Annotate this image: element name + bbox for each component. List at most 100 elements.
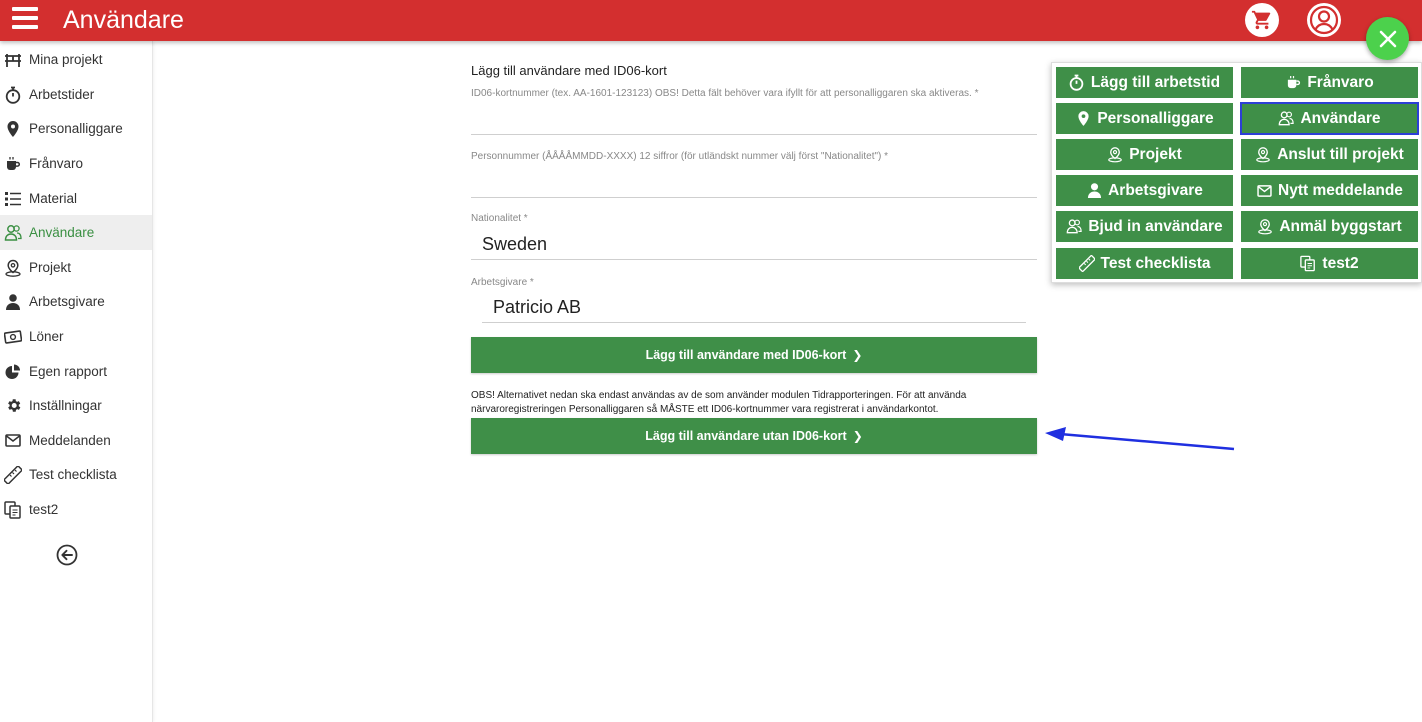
sidebar-item-label: test2	[29, 502, 59, 517]
users-icon	[1066, 219, 1083, 235]
quick-test-checklist-button[interactable]: Test checklista	[1056, 248, 1233, 279]
quick-actions-menu: Lägg till arbetstid Frånvaro Personallig…	[1051, 62, 1422, 283]
close-fab-button[interactable]	[1366, 17, 1409, 60]
employer-select[interactable]: Patricio AB	[493, 297, 581, 318]
quick-item-label: Personalliggare	[1097, 109, 1214, 127]
sidebar: Mina projekt Arbetstider Personalliggare…	[0, 41, 153, 722]
sidebar-item-loner[interactable]: Löner	[0, 319, 152, 354]
collapse-sidebar-button[interactable]	[56, 544, 78, 566]
sidebar-item-label: Personalliggare	[29, 121, 123, 136]
sidebar-item-label: Inställningar	[29, 398, 102, 413]
sidebar-item-egen-rapport[interactable]: Egen rapport	[0, 354, 152, 389]
quick-item-label: Bjud in användare	[1088, 217, 1223, 235]
location-icon	[4, 259, 22, 277]
quick-add-worktime-button[interactable]: Lägg till arbetstid	[1056, 67, 1233, 98]
quick-item-label: Frånvaro	[1307, 73, 1374, 91]
quick-report-construction-start-button[interactable]: Anmäl byggstart	[1241, 211, 1418, 242]
copy-icon	[4, 500, 22, 519]
nationality-field-label: Nationalitet *	[471, 213, 528, 224]
stopwatch-icon	[4, 86, 22, 104]
id06-field-underline	[471, 134, 1037, 135]
sidebar-item-test2[interactable]: test2	[0, 492, 152, 527]
sidebar-item-personalliggare[interactable]: Personalliggare	[0, 111, 152, 146]
person-icon	[4, 293, 22, 311]
sidebar-item-label: Arbetstider	[29, 87, 95, 102]
sidebar-item-material[interactable]: Material	[0, 181, 152, 216]
hamburger-icon[interactable]	[12, 7, 38, 33]
sidebar-item-franvaro[interactable]: Frånvaro	[0, 146, 152, 181]
sidebar-item-label: Användare	[29, 225, 95, 240]
location-icon	[1107, 147, 1123, 163]
sidebar-item-label: Frånvaro	[29, 156, 84, 171]
quick-item-label: test2	[1322, 254, 1359, 272]
sidebar-item-label: Test checklista	[29, 467, 117, 482]
quick-item-label: Projekt	[1129, 145, 1182, 163]
personnummer-field-label: Personnummer (ÅÅÅÅMMDD-XXXX) 12 siffror …	[471, 151, 889, 162]
sidebar-item-projekt[interactable]: Projekt	[0, 250, 152, 285]
quick-item-label: Användare	[1300, 109, 1381, 127]
quick-test2-button[interactable]: test2	[1241, 248, 1418, 279]
chevron-right-icon: ❯	[852, 429, 863, 443]
quick-personnel-log-button[interactable]: Personalliggare	[1056, 103, 1233, 134]
profile-button[interactable]	[1307, 3, 1341, 37]
sidebar-item-installningar[interactable]: Inställningar	[0, 388, 152, 423]
nationality-select[interactable]: Sweden	[482, 234, 547, 255]
cart-button[interactable]	[1245, 3, 1279, 37]
users-icon	[4, 224, 22, 242]
sidebar-item-anvandare[interactable]: Användare	[0, 215, 152, 250]
ruler-icon	[4, 465, 22, 484]
quick-employer-button[interactable]: Arbetsgivare	[1056, 175, 1233, 206]
quick-item-label: Lägg till arbetstid	[1090, 73, 1221, 91]
envelope-icon	[4, 432, 22, 450]
coffee-icon	[4, 155, 22, 173]
map-pin-icon	[4, 120, 22, 138]
sidebar-item-label: Material	[29, 191, 78, 206]
pie-chart-icon	[4, 363, 22, 381]
sidebar-item-meddelanden[interactable]: Meddelanden	[0, 423, 152, 458]
nationality-field-underline	[471, 259, 1037, 260]
arrow-left-circle-icon	[56, 544, 78, 566]
users-icon	[1278, 111, 1295, 127]
projects-icon	[4, 51, 22, 69]
add-user-with-id06-button[interactable]: Lägg till användare med ID06-kort ❯	[471, 337, 1037, 373]
quick-item-label: Anslut till projekt	[1277, 145, 1404, 163]
form-title: Lägg till användare med ID06-kort	[471, 63, 667, 78]
employer-field-underline	[482, 322, 1026, 323]
list-icon	[4, 190, 22, 208]
ruler-icon	[1078, 255, 1095, 272]
sidebar-item-label: Mina projekt	[29, 52, 103, 67]
close-icon	[1379, 30, 1396, 47]
copy-icon	[1300, 255, 1316, 272]
sidebar-item-label: Arbetsgivare	[29, 294, 105, 309]
sidebar-item-arbetstider[interactable]: Arbetstider	[0, 77, 152, 112]
chevron-right-icon: ❯	[852, 348, 863, 362]
sidebar-item-test-checklista[interactable]: Test checklista	[0, 457, 152, 492]
location-icon	[1257, 219, 1273, 235]
quick-join-project-button[interactable]: Anslut till projekt	[1241, 139, 1418, 170]
cart-icon	[1251, 10, 1271, 30]
sidebar-item-label: Löner	[29, 329, 64, 344]
coffee-icon	[1285, 75, 1301, 91]
envelope-icon	[1256, 183, 1272, 199]
sidebar-item-label: Projekt	[29, 260, 72, 275]
id06-notice-text: OBS! Alternativet nedan ska endast använ…	[471, 390, 967, 415]
stopwatch-icon	[1069, 74, 1085, 91]
quick-item-label: Nytt meddelande	[1278, 181, 1403, 199]
map-pin-icon	[1075, 111, 1091, 127]
quick-users-button[interactable]: Användare	[1240, 102, 1419, 135]
quick-project-button[interactable]: Projekt	[1056, 139, 1233, 170]
quick-invite-user-button[interactable]: Bjud in användare	[1056, 211, 1233, 242]
quick-absence-button[interactable]: Frånvaro	[1241, 67, 1418, 98]
sidebar-item-mina-projekt[interactable]: Mina projekt	[0, 42, 152, 77]
quick-item-label: Test checklista	[1100, 254, 1211, 272]
user-icon	[1309, 5, 1339, 35]
quick-item-label: Anmäl byggstart	[1279, 217, 1402, 235]
money-icon	[4, 328, 22, 346]
add-user-without-id06-button[interactable]: Lägg till användare utan ID06-kort ❯	[471, 418, 1037, 454]
top-app-bar: Användare	[0, 0, 1422, 41]
personnummer-field-underline	[471, 197, 1037, 198]
quick-new-message-button[interactable]: Nytt meddelande	[1241, 175, 1418, 206]
id06-field-label: ID06-kortnummer (tex. AA-1601-123123) OB…	[471, 88, 979, 99]
annotation-arrow	[1045, 427, 1235, 451]
sidebar-item-arbetsgivare[interactable]: Arbetsgivare	[0, 284, 152, 319]
